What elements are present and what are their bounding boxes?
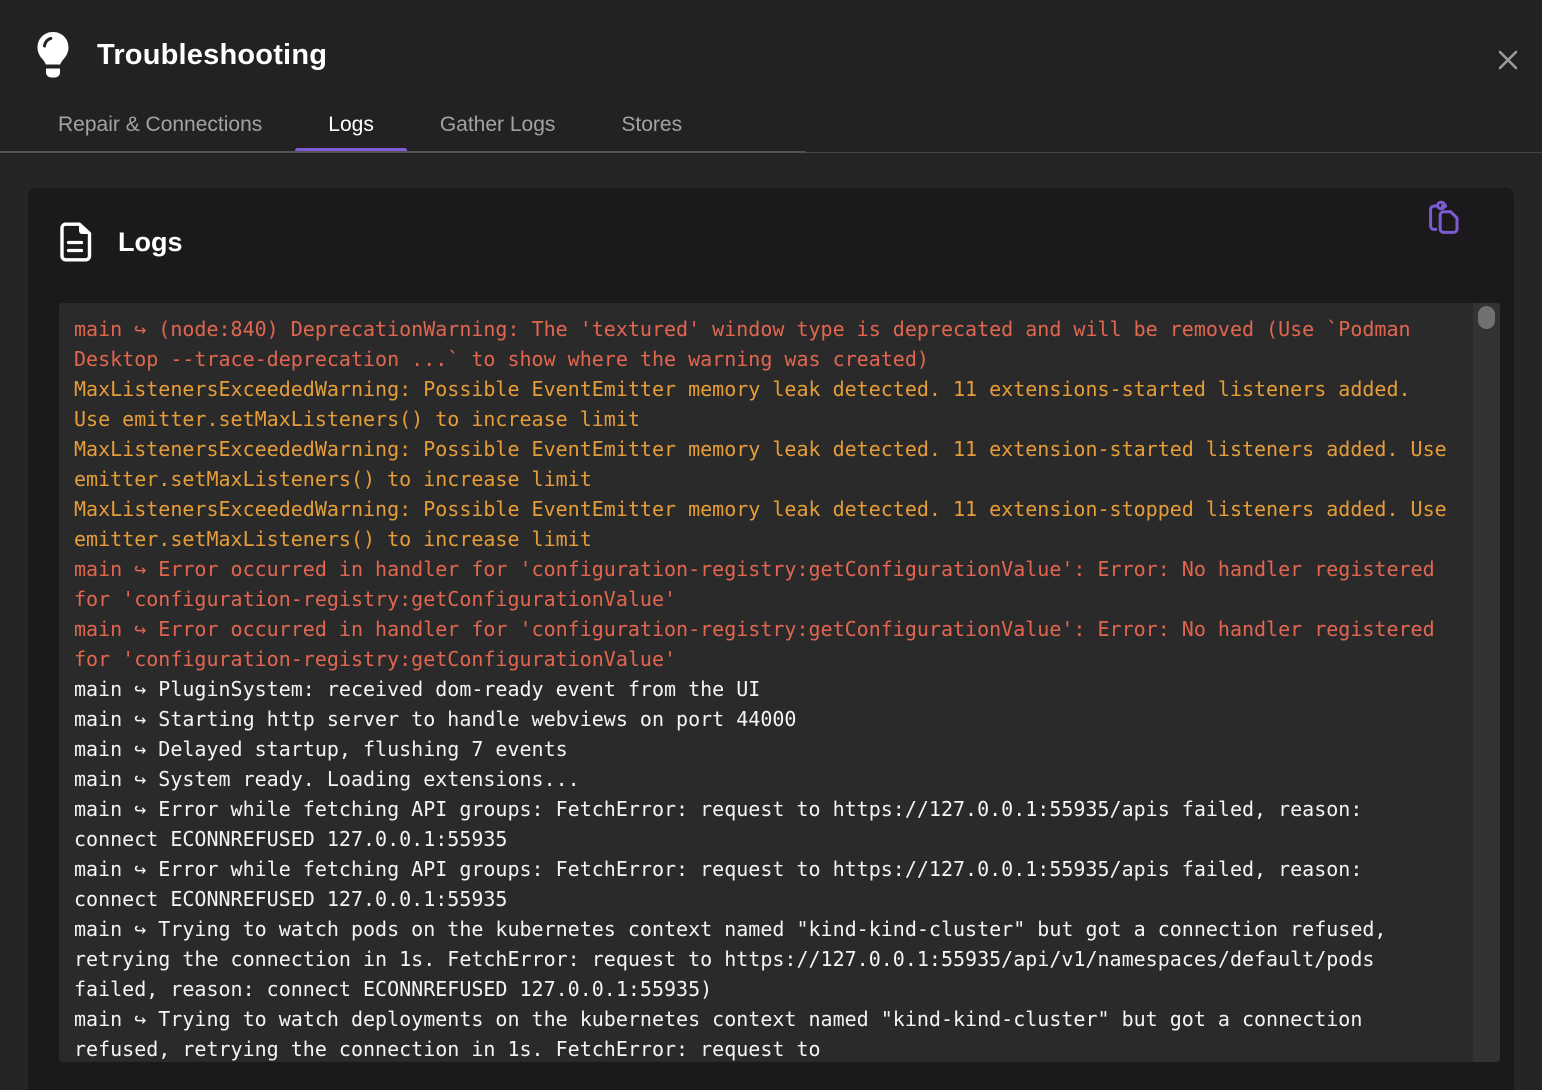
- tab-stores[interactable]: Stores: [588, 98, 715, 151]
- log-line: main ↪ PluginSystem: received dom-ready …: [74, 674, 1448, 704]
- tab-label: Repair & Connections: [58, 113, 262, 137]
- log-line: main ↪ Error occurred in handler for 'co…: [74, 554, 1448, 614]
- log-line: main ↪ Delayed startup, flushing 7 event…: [74, 734, 1448, 764]
- log-line: MaxListenersExceededWarning: Possible Ev…: [74, 374, 1448, 434]
- tab-gather-logs[interactable]: Gather Logs: [407, 98, 589, 151]
- tabbar-divider: [0, 151, 806, 153]
- log-viewer[interactable]: main ↪ (node:840) DeprecationWarning: Th…: [59, 303, 1500, 1062]
- log-line: main ↪ Starting http server to handle we…: [74, 704, 1448, 734]
- log-line: MaxListenersExceededWarning: Possible Ev…: [74, 434, 1448, 494]
- log-scrollbar-thumb[interactable]: [1478, 306, 1495, 329]
- panel-title: Logs: [118, 227, 183, 258]
- tab-label: Stores: [621, 113, 682, 137]
- close-icon: [1497, 49, 1519, 71]
- tab-repair-connections[interactable]: Repair & Connections: [25, 98, 295, 151]
- document-icon: [60, 222, 92, 262]
- close-button[interactable]: [1494, 46, 1522, 74]
- copy-to-clipboard-icon: [1427, 199, 1461, 237]
- lightbulb-icon: [33, 30, 73, 80]
- log-line: main ↪ Error while fetching API groups: …: [74, 794, 1448, 854]
- log-line: main ↪ Error occurred in handler for 'co…: [74, 614, 1448, 674]
- log-line: main ↪ Error while fetching API groups: …: [74, 854, 1448, 914]
- tab-label: Logs: [328, 113, 374, 137]
- log-scrollbar-track[interactable]: [1473, 303, 1500, 1062]
- tab-label: Gather Logs: [440, 113, 556, 137]
- log-line: main ↪ System ready. Loading extensions.…: [74, 764, 1448, 794]
- tab-bar: Repair & Connections Logs Gather Logs Store…: [0, 98, 715, 151]
- copy-logs-button[interactable]: [1422, 196, 1466, 240]
- logs-panel: Logs main ↪ (node:840) DeprecationWarnin…: [28, 188, 1514, 1090]
- tab-logs[interactable]: Logs: [295, 98, 407, 151]
- log-output: main ↪ (node:840) DeprecationWarning: Th…: [74, 314, 1448, 1062]
- page-title: Troubleshooting: [97, 39, 327, 72]
- log-line: main ↪ (node:840) DeprecationWarning: Th…: [74, 314, 1448, 374]
- title-row: Troubleshooting: [33, 30, 327, 80]
- log-line: main ↪ Trying to watch deployments on th…: [74, 1004, 1448, 1062]
- window-header: Troubleshooting Repair & Connections Logs…: [0, 0, 1542, 153]
- logs-panel-header: Logs: [60, 212, 1484, 272]
- header-divider: [806, 152, 1542, 153]
- log-line: MaxListenersExceededWarning: Possible Ev…: [74, 494, 1448, 554]
- log-line: main ↪ Trying to watch pods on the kuber…: [74, 914, 1448, 1004]
